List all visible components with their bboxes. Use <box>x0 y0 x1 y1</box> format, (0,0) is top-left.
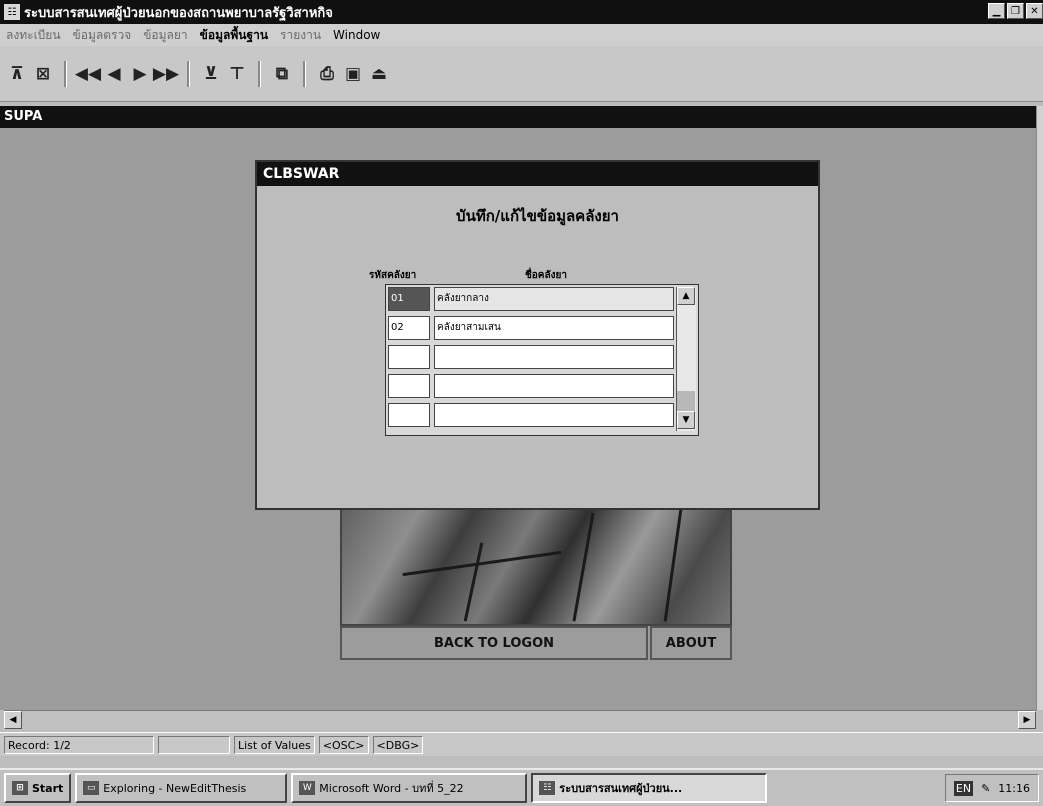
app-icon: ☷ <box>539 781 556 795</box>
folder-icon: ▭ <box>83 781 100 795</box>
taskbar-item-word[interactable]: W Microsoft Word - บทที่ 5_22 <box>291 773 528 803</box>
save-icon[interactable]: ▣ <box>342 63 364 85</box>
start-label: Start <box>32 781 64 795</box>
toolbar: ⊼ ⊠ ◀◀ ◀ ▶ ▶▶ ⊻ ⊤ ⧉ ⎙ ▣ ⏏ <box>0 46 1043 102</box>
vertical-scrollbar[interactable] <box>1036 106 1043 710</box>
warehouse-name-field[interactable] <box>434 345 674 369</box>
warehouse-name-field[interactable]: คลังยากลาง <box>434 287 674 311</box>
word-icon: W <box>299 781 316 795</box>
scroll-left-icon[interactable]: ◀ <box>4 711 22 729</box>
warehouse-dialog: CLBSWAR บันทึก/แก้ไขข้อมูลคลังยา รหัสคลั… <box>255 160 820 510</box>
minimize-button[interactable]: ▁ <box>988 3 1005 19</box>
toolbar-separator <box>303 60 306 87</box>
menu-item-registration[interactable]: ลงทะเบียน <box>6 26 61 45</box>
dialog-heading: บันทึก/แก้ไขข้อมูลคลังยา <box>456 207 619 225</box>
first-record-icon[interactable]: ◀◀ <box>75 63 101 85</box>
warehouse-name-field[interactable] <box>434 374 674 398</box>
insert-record-icon[interactable]: ⊤ <box>226 63 248 85</box>
next-record-icon[interactable]: ▶ <box>129 63 151 85</box>
about-button[interactable]: ABOUT <box>650 626 732 660</box>
last-record-icon[interactable]: ▶▶ <box>153 63 179 85</box>
pen-icon[interactable]: ✎ <box>981 782 990 795</box>
menu-item-master-data[interactable]: ข้อมูลพื้นฐาน <box>200 26 268 45</box>
warehouse-code-field[interactable]: 01 <box>388 287 430 311</box>
windows-logo-icon: ⊞ <box>12 781 28 795</box>
toolbar-separator <box>64 60 67 87</box>
app-title: ระบบสารสนเทศผู้ป่วยนอกของสถานพยาบาลรัฐวิ… <box>24 5 333 21</box>
warehouse-code-field[interactable]: 02 <box>388 316 430 340</box>
list-of-values-indicator: List of Values <box>234 735 315 754</box>
status-bar: Record: 1/2 List of Values <OSC> <DBG> <box>0 732 1043 756</box>
dbg-indicator: <DBG> <box>372 735 424 754</box>
scroll-down-icon[interactable]: ▼ <box>677 411 695 429</box>
warehouse-code-field[interactable] <box>388 345 430 369</box>
inner-window-title: SUPA <box>0 106 1036 128</box>
table-row[interactable] <box>388 403 674 427</box>
menu-item-window[interactable]: Window <box>333 28 380 42</box>
scroll-up-icon[interactable]: ▲ <box>677 287 695 305</box>
menu-item-drug[interactable]: ข้อมูลยา <box>143 26 187 45</box>
back-to-logon-button[interactable]: BACK TO LOGON <box>340 626 648 660</box>
osc-indicator: <OSC> <box>318 735 369 754</box>
exit-icon[interactable]: ⏏ <box>368 63 390 85</box>
system-tray: EN ✎ 11:16 <box>944 774 1039 802</box>
scroll-thumb[interactable] <box>677 391 695 413</box>
app-icon: ☷ <box>4 4 20 20</box>
warehouse-name-field[interactable] <box>434 403 674 427</box>
toolbar-separator <box>258 60 261 87</box>
taskbar-item-label: Exploring - NewEditThesis <box>103 781 247 795</box>
close-button[interactable]: ✕ <box>1026 3 1043 19</box>
grid-scrollbar[interactable]: ▲ ▼ <box>676 287 696 431</box>
dialog-title: CLBSWAR <box>257 162 818 186</box>
execute-query-icon[interactable]: ⊠ <box>32 63 54 85</box>
warehouse-grid: 01 คลังยากลาง 02 คลังยาสามเสน ▲ ▼ <box>385 284 699 436</box>
status-empty-field <box>158 735 230 754</box>
start-button[interactable]: ⊞ Start <box>4 773 72 803</box>
taskbar-item-app[interactable]: ☷ ระบบสารสนเทศผู้ป่วยน... <box>531 773 768 803</box>
taskbar-item-label: ระบบสารสนเทศผู้ป่วยน... <box>559 782 683 795</box>
taskbar-item-explorer[interactable]: ▭ Exploring - NewEditThesis <box>75 773 288 803</box>
clock: 11:16 <box>998 781 1030 795</box>
language-indicator[interactable]: EN <box>953 780 974 796</box>
toolbar-separator <box>187 60 190 87</box>
previous-record-icon[interactable]: ◀ <box>103 63 125 85</box>
warehouse-name-field[interactable]: คลังยาสามเสน <box>434 316 674 340</box>
delete-record-icon[interactable]: ⊻ <box>200 63 222 85</box>
menu-bar: ลงทะเบียน ข้อมูลตรวจ ข้อมูลยา ข้อมูลพื้น… <box>0 24 1043 46</box>
table-row[interactable]: 01 คลังยากลาง <box>388 287 674 311</box>
print-icon[interactable]: ⎙ <box>316 63 338 85</box>
copy-icon[interactable]: ⧉ <box>271 63 293 85</box>
enter-query-icon[interactable]: ⊼ <box>6 63 28 85</box>
table-row[interactable]: 02 คลังยาสามเสน <box>388 316 674 340</box>
restore-button[interactable]: ❐ <box>1007 3 1024 19</box>
menu-item-report[interactable]: รายงาน <box>280 26 321 45</box>
taskbar-item-label: Microsoft Word - บทที่ 5_22 <box>319 782 464 795</box>
menu-item-examination[interactable]: ข้อมูลตรวจ <box>73 26 132 45</box>
column-header-name: ชื่อคลังยา <box>525 270 567 281</box>
record-count: Record: 1/2 <box>4 735 154 754</box>
table-row[interactable] <box>388 345 674 369</box>
column-header-code: รหัสคลังยา <box>369 270 417 281</box>
warehouse-code-field[interactable] <box>388 374 430 398</box>
scroll-right-icon[interactable]: ▶ <box>1018 711 1036 729</box>
horizontal-scrollbar[interactable]: ◀ ▶ <box>4 710 1036 730</box>
warehouse-code-field[interactable] <box>388 403 430 427</box>
table-row[interactable] <box>388 374 674 398</box>
app-title-bar: ☷ ระบบสารสนเทศผู้ป่วยนอกของสถานพยาบาลรัฐ… <box>0 0 1043 24</box>
taskbar: ⊞ Start ▭ Exploring - NewEditThesis W Mi… <box>0 768 1043 806</box>
background-image <box>340 500 732 626</box>
